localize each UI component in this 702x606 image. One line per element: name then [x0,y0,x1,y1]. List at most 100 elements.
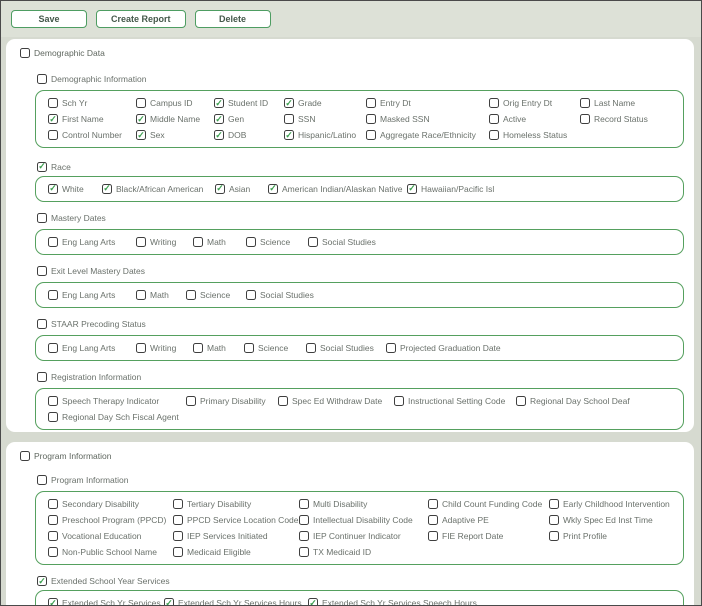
checkbox-label-math: Math [207,236,226,247]
checkbox-middle-name[interactable]: ✓ [136,114,146,124]
checkbox-ppcd-service-location-code[interactable] [173,514,183,525]
checkbox-race[interactable]: ✓ [37,161,47,172]
checkbox-science[interactable] [186,289,196,300]
checkbox-item-program-information: Program Information [20,448,111,464]
checkbox-regional-day-school-deaf[interactable] [516,395,526,406]
checkbox-item-projected-graduation-date: Projected Graduation Date [386,340,501,356]
checkbox-eng-lang-arts[interactable] [48,342,58,353]
checkbox-eng-lang-arts[interactable] [48,236,58,247]
create-report-button[interactable]: Create Report [96,10,186,28]
checkbox-writing[interactable] [136,236,146,247]
checkbox-speech-therapy-indicator[interactable] [48,395,58,406]
checkbox-program-information[interactable] [37,474,47,485]
checkbox-intellectual-disability-code[interactable] [299,514,309,525]
checkbox-item-writing: Writing [136,340,193,356]
checkbox-tx-medicaid-id[interactable] [299,546,309,557]
checkbox-homeless-status[interactable] [489,130,499,140]
checkbox-spec-ed-withdraw-date[interactable] [278,395,288,406]
checkbox-medicaid-eligible[interactable] [173,546,183,557]
checkbox-exit-level-mastery-dates[interactable] [37,265,47,276]
checkbox-mastery-dates[interactable] [37,212,47,223]
checkbox-social-studies[interactable] [246,289,256,300]
checkbox-vocational-education[interactable] [48,530,58,541]
checkbox-label-control-number: Control Number [62,130,122,140]
checkbox-demographic-data[interactable] [20,48,30,58]
checkbox-control-number[interactable] [48,130,58,140]
checkbox-science[interactable] [246,236,256,247]
checkbox-science[interactable] [244,342,254,353]
checkbox-eng-lang-arts[interactable] [48,289,58,300]
checkbox-masked-ssn[interactable] [366,114,376,124]
checkbox-label-masked-ssn: Masked SSN [380,114,430,124]
checkbox-label-regional-day-school-deaf: Regional Day School Deaf [530,395,630,406]
checkbox-student-id[interactable]: ✓ [214,98,224,108]
checkbox-label-hawaiian-pacific-isl: Hawaiian/Pacific Isl [421,183,495,194]
checkbox-item-math: Math [193,340,244,356]
checkbox-last-name[interactable] [580,98,590,108]
checkbox-child-count-funding-code[interactable] [428,498,438,509]
checkbox-extended-sch-yr-services-speech-hours[interactable]: ✓ [308,598,318,605]
checkbox-gen[interactable]: ✓ [214,114,224,124]
checkbox-label-speech-therapy-indicator: Speech Therapy Indicator [62,395,160,406]
checkbox-social-studies[interactable] [306,342,316,353]
checkbox-multi-disability[interactable] [299,498,309,509]
checkbox-active[interactable] [489,114,499,124]
delete-button[interactable]: Delete [194,10,271,28]
checkbox-asian[interactable]: ✓ [215,183,225,194]
checkbox-label-eng-lang-arts: Eng Lang Arts [62,342,116,353]
checkbox-campus-id[interactable] [136,98,146,108]
checkbox-label-projected-graduation-date: Projected Graduation Date [400,342,501,353]
checkbox-secondary-disability[interactable] [48,498,58,509]
checkbox-item-intellectual-disability-code: Intellectual Disability Code [299,512,428,528]
checkbox-tertiary-disability[interactable] [173,498,183,509]
checkbox-black-african-american[interactable]: ✓ [102,183,112,194]
checkbox-non-public-school-name[interactable] [48,546,58,557]
checkbox-adaptive-pe[interactable] [428,514,438,525]
checkbox-math[interactable] [193,236,203,247]
checkbox-early-childhood-intervention[interactable] [549,498,559,509]
checkbox-dob[interactable]: ✓ [214,130,224,140]
checkbox-registration-information[interactable] [37,371,47,382]
checkbox-extended-school-year-services[interactable]: ✓ [37,576,47,586]
checkbox-program-information[interactable] [20,450,30,461]
checkbox-regional-day-sch-fiscal-agent[interactable] [48,411,58,422]
checkbox-iep-continuer-indicator[interactable] [299,530,309,541]
checkbox-row: Secondary Disability Tertiary Disability M… [48,496,671,512]
checkbox-extended-sch-yr-services-hours[interactable]: ✓ [164,598,174,605]
checkbox-math[interactable] [136,289,146,300]
checkbox-entry-dt[interactable] [366,98,376,108]
checkbox-hawaiian-pacific-isl[interactable]: ✓ [407,183,417,194]
checkbox-social-studies[interactable] [308,236,318,247]
checkbox-demographic-information[interactable] [37,74,47,84]
fieldset-staar-precoding-status: Eng Lang Arts Writing Math Science Social St… [35,334,684,361]
save-button[interactable]: Save [11,10,87,28]
checkbox-iep-services-initiated[interactable] [173,530,183,541]
checkbox-grade[interactable]: ✓ [284,98,294,108]
checkbox-hispanic-latino[interactable]: ✓ [284,130,294,140]
checkbox-american-indian-alaskan-native[interactable]: ✓ [268,183,278,194]
checkbox-label-child-count-funding-code: Child Count Funding Code [442,498,543,509]
checkbox-item-extended-school-year-services: ✓ Extended School Year Services [37,573,170,589]
checkbox-sch-yr[interactable] [48,98,58,108]
checkbox-math[interactable] [193,342,203,353]
checkbox-projected-graduation-date[interactable] [386,342,396,353]
checkbox-print-profile[interactable] [549,530,559,541]
checkbox-ssn[interactable] [284,114,294,124]
checkbox-record-status[interactable] [580,114,590,124]
checkbox-orig-entry-dt[interactable] [489,98,499,108]
checkbox-aggregate-race-ethnicity[interactable] [366,130,376,140]
checkbox-primary-disability[interactable] [186,395,196,406]
checkbox-item-early-childhood-intervention: Early Childhood Intervention [549,496,670,512]
checkbox-sex[interactable]: ✓ [136,130,146,140]
checkbox-label-primary-disability: Primary Disability [200,395,266,406]
checkbox-white[interactable]: ✓ [48,183,58,194]
checkbox-staar-precoding-status[interactable] [37,318,47,329]
checkbox-extended-sch-yr-services[interactable]: ✓ [48,598,58,605]
checkbox-fie-report-date[interactable] [428,530,438,541]
checkbox-first-name[interactable]: ✓ [48,114,58,124]
checkbox-wkly-spec-ed-inst-time[interactable] [549,514,559,525]
checkbox-instructional-setting-code[interactable] [394,395,404,406]
checkbox-preschool-program-ppcd[interactable] [48,514,58,525]
checkbox-writing[interactable] [136,342,146,353]
checkbox-label-tertiary-disability: Tertiary Disability [187,498,252,509]
